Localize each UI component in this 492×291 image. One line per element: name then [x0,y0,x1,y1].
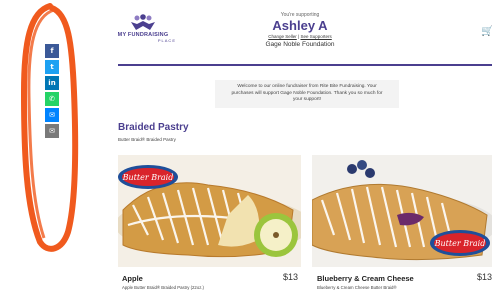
messenger-share-button[interactable]: ✉ [45,108,59,122]
facebook-icon: f [50,47,54,55]
badge-text: Butter Braid [434,239,486,248]
twitter-share-button[interactable]: t [45,60,59,74]
email-share-button[interactable]: ✉ [45,124,59,138]
product-image-blueberry[interactable]: Butter Braid [312,155,492,267]
cart-icon[interactable]: 🛒 [481,26,492,37]
linkedin-icon: in [48,79,56,87]
email-icon: ✉ [49,127,55,135]
product-description-blueberry: Blueberry & Cream Cheese Butter Braid® [317,285,397,290]
welcome-line-1: Welcome to our online fundraiser from Ri… [237,84,377,89]
site-logo[interactable]: MY FUNDRAISING PLACE [108,14,178,48]
welcome-message: Welcome to our online fundraiser from Ri… [215,80,399,108]
linkedin-share-button[interactable]: in [45,76,59,90]
butter-braid-badge: Butter Braid [430,230,490,256]
supporting-block: You're supporting Ashley A Change Seller… [240,12,360,48]
product-price-blueberry: $13 [477,272,492,282]
facebook-share-button[interactable]: f [45,44,59,58]
change-seller-link[interactable]: Change Seller [268,34,297,39]
social-share-bar: f t in ✆ ✉ ✉ [45,44,59,140]
badge-text: Butter Braid [122,173,174,182]
whatsapp-icon: ✆ [49,95,55,103]
twitter-icon: t [50,63,54,71]
messenger-icon: ✉ [49,111,55,119]
welcome-line-3: your support! [293,97,321,102]
butter-braid-badge: Butter Braid [118,165,178,189]
product-price-apple: $13 [283,272,299,282]
logo-people-icon [131,14,155,30]
see-supporters-link[interactable]: See Supporters [300,34,331,39]
organization-name: Gage Noble Foundation [265,41,335,48]
seller-links: Change Seller | See Supporters [240,34,360,39]
section-title: Braided Pastry [118,122,189,133]
seller-name: Ashley A [272,18,328,33]
section-subtitle: Butter Braid® Braided Pastry [118,137,176,142]
product-name-blueberry[interactable]: Blueberry & Cream Cheese [317,274,414,283]
product-image-apple[interactable]: Butter Braid [118,155,301,267]
header-divider [118,64,492,66]
product-description-apple: Apple Butter Braid® Braided Pastry (22oz… [122,285,204,290]
product-name-apple[interactable]: Apple [122,274,143,283]
logo-subtext: PLACE [157,38,176,43]
whatsapp-share-button[interactable]: ✆ [45,92,59,106]
